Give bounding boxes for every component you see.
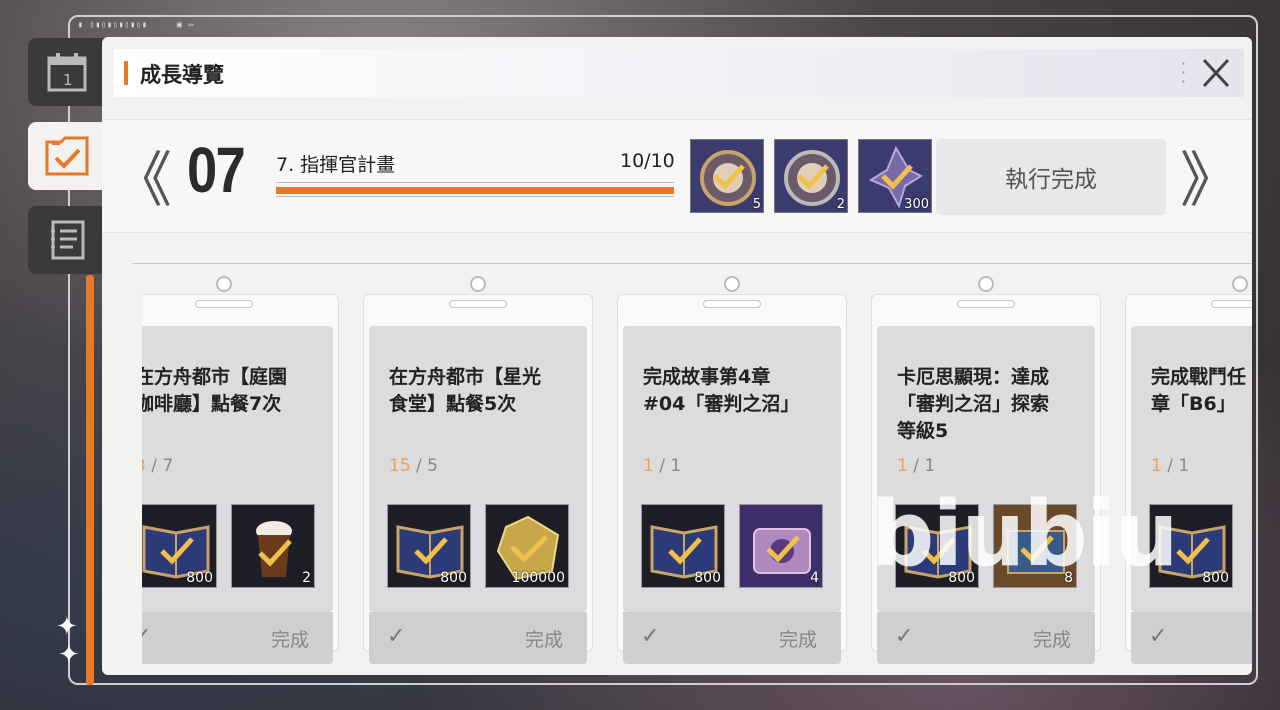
side-tab-calendar[interactable]: 1 [28, 38, 106, 106]
calendar-icon: 1 [47, 53, 87, 92]
reward-item[interactable]: 100000 [485, 504, 569, 588]
task-current: 3 [142, 456, 146, 476]
notes-icon [51, 220, 85, 260]
stage-number: 07 [187, 134, 246, 206]
card-footer: ✓ 完成 [369, 612, 587, 664]
checklist-folder-icon [45, 136, 89, 176]
task-progress: 1 / 1 [1151, 456, 1189, 476]
card-clip [1211, 274, 1252, 308]
reward-count: 300 [904, 197, 929, 212]
complete-label: 完成 [524, 629, 563, 651]
card-body: 在方舟都市【星光 食堂】點餐5次 15 / 5 800 100000 [369, 326, 587, 612]
sparkle-icon: ✦ [56, 612, 78, 642]
task-current: 1 [897, 456, 908, 476]
reward-item[interactable]: 800 [641, 504, 725, 588]
next-stage-button[interactable]: 》 [1180, 140, 1240, 216]
stage-progress-bar [276, 187, 674, 194]
item-count: 2 [302, 570, 311, 586]
reward-item[interactable]: 800 [142, 504, 217, 588]
reward-count: 5 [752, 197, 761, 212]
complete-label: 完成 [778, 629, 817, 651]
reward-item[interactable]: 800 [387, 504, 471, 588]
task-progress: 1 / 1 [897, 456, 935, 476]
task-progress: 1 / 1 [643, 456, 681, 476]
close-icon [1202, 58, 1230, 88]
item-count: 800 [694, 570, 721, 586]
more-icon: · · · [1180, 54, 1186, 91]
task-total: / 5 [416, 456, 438, 476]
stage-progress: 10/10 [620, 150, 675, 172]
card-body: 在方舟都市【庭園 咖啡廳】點餐7次 3 / 7 800 [142, 326, 333, 612]
check-icon: ✓ [1149, 624, 1168, 649]
card-clip [449, 274, 507, 308]
item-count: 4 [810, 570, 819, 586]
task-card[interactable]: 卡厄思顯現：達成 「審判之沼」探索 等級5 1 / 1 800 8 ✓ 完成 [871, 274, 1101, 664]
check-icon: ✓ [895, 624, 914, 649]
reward-item[interactable]: 2 [231, 504, 315, 588]
prev-stage-button[interactable]: 《 [112, 140, 172, 216]
card-clip [957, 274, 1015, 308]
card-clip [195, 274, 253, 308]
close-button[interactable] [1196, 55, 1236, 91]
growth-guide-panel: 成長導覽 · · · 《 07 7. 指揮官計畫 10/10 5 2 300 執… [102, 37, 1252, 675]
check-icon: ✓ [387, 624, 406, 649]
task-current: 1 [1151, 456, 1162, 476]
task-card[interactable]: 在方舟都市【星光 食堂】點餐5次 15 / 5 800 100000 ✓ 完成 [363, 274, 593, 664]
card-footer: ✓ 完成 [623, 612, 841, 664]
task-card[interactable]: 完成故事第4章 #04「審判之沼」 1 / 1 800 4 ✓ 完成 [617, 274, 847, 664]
calendar-day: 1 [63, 71, 73, 89]
task-total: / 1 [1167, 456, 1190, 476]
stage-progress-fill [276, 187, 674, 194]
complete-label: 完成 [270, 629, 309, 651]
card-footer: ✓ [1131, 612, 1252, 664]
task-total: / 7 [151, 456, 174, 476]
card-footer: ✓ 完成 [877, 612, 1095, 664]
stage-reward-3[interactable]: 300 [858, 139, 932, 213]
check-icon: ✓ [142, 624, 152, 649]
reward-item[interactable]: 4 [739, 504, 823, 588]
stage-divider [276, 182, 674, 183]
task-title: 完成戰鬥任 章「B6」 [1151, 366, 1247, 415]
task-title: 在方舟都市【星光 食堂】點餐5次 [389, 366, 542, 415]
stage-divider-bottom [276, 196, 674, 197]
title-accent [124, 61, 128, 85]
item-count: 800 [440, 570, 467, 586]
stage-reward-1[interactable]: 5 [690, 139, 764, 213]
task-total: / 1 [659, 456, 682, 476]
task-cards-container: 在方舟都市【庭園 咖啡廳】點餐7次 3 / 7 800 [142, 255, 1252, 675]
item-count: 800 [1202, 570, 1229, 586]
side-tab-notes[interactable] [28, 206, 106, 274]
side-tab-checklist[interactable] [28, 122, 106, 190]
stage-row: 《 07 7. 指揮官計畫 10/10 5 2 300 執行完成 》 [102, 119, 1252, 233]
title-bar: 成長導覽 · · · [114, 49, 1244, 97]
card-footer: ✓ 完成 [142, 612, 333, 664]
stage-reward-2[interactable]: 2 [774, 139, 848, 213]
task-current: 15 [389, 456, 411, 476]
check-icon: ✓ [641, 624, 660, 649]
item-count: 100000 [511, 570, 565, 586]
task-card[interactable]: 在方舟都市【庭園 咖啡廳】點餐7次 3 / 7 800 [142, 274, 339, 664]
frame-accent-bar [86, 275, 94, 685]
card-body: 完成故事第4章 #04「審判之沼」 1 / 1 800 4 [623, 326, 841, 612]
sparkle-icon: ✦ [58, 640, 80, 670]
task-current: 1 [643, 456, 654, 476]
task-title: 在方舟都市【庭園 咖啡廳】點餐7次 [142, 366, 288, 415]
frame-decoration: ▮ ▯▮▯▮▯▮▯▮▯▮ ▣ ▭ [78, 20, 195, 29]
complete-label: 完成 [1032, 629, 1071, 651]
task-progress: 3 / 7 [142, 456, 173, 476]
watermark: biubiu [870, 482, 1179, 587]
card-clip [703, 274, 761, 308]
task-progress: 15 / 5 [389, 456, 438, 476]
execute-complete-button[interactable]: 執行完成 [936, 139, 1166, 215]
task-title: 完成故事第4章 #04「審判之沼」 [643, 366, 800, 415]
task-total: / 1 [913, 456, 936, 476]
reward-count: 2 [836, 197, 845, 212]
item-count: 800 [186, 570, 213, 586]
page-title: 成長導覽 [140, 63, 224, 87]
task-title: 卡厄思顯現：達成 「審判之沼」探索 等級5 [897, 366, 1050, 442]
task-card[interactable]: 完成戰鬥任 章「B6」 1 / 1 800 ✓ [1125, 274, 1252, 664]
stage-name: 7. 指揮官計畫 [276, 154, 396, 176]
